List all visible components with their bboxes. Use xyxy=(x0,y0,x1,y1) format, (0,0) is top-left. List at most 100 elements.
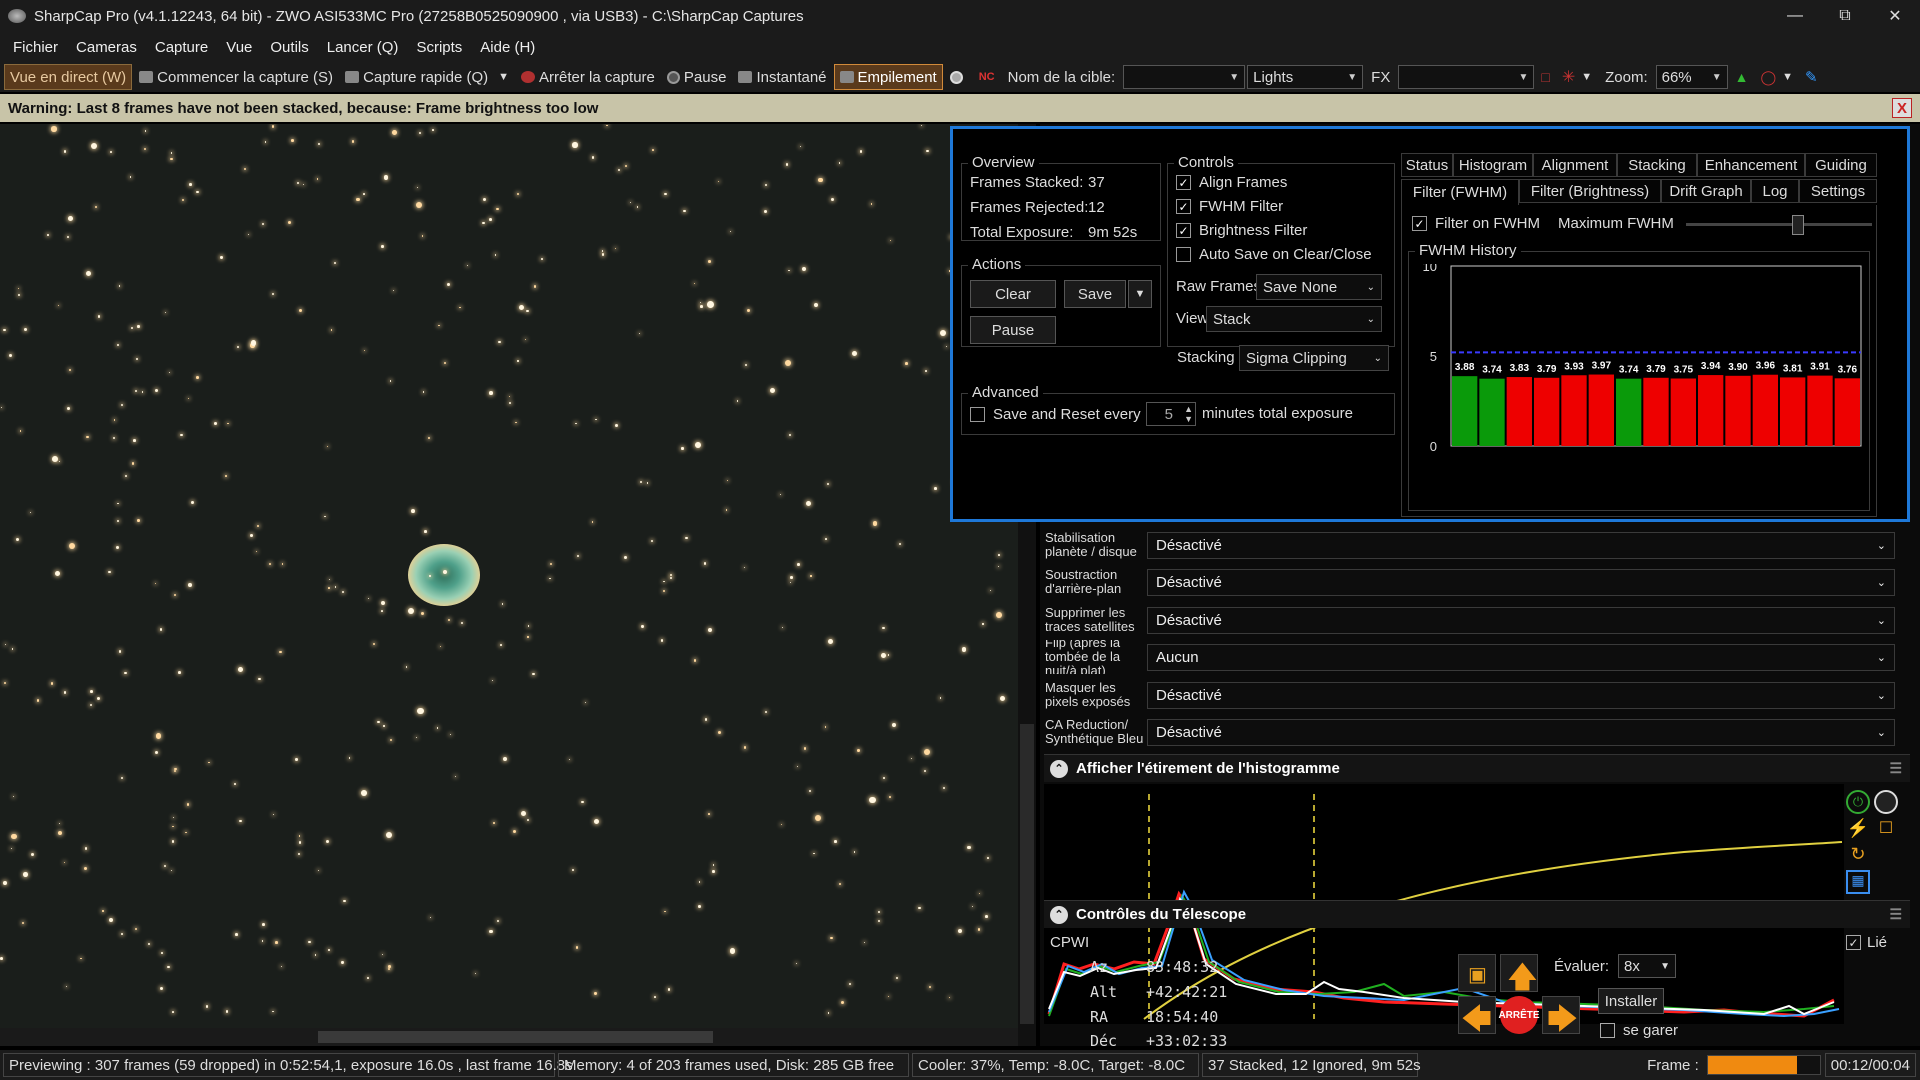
minutes-spinner[interactable]: 5 ▲ ▼ xyxy=(1146,402,1196,426)
menu-aide[interactable]: Aide (H) xyxy=(471,39,544,56)
rate-select[interactable]: 8x ▼ xyxy=(1618,954,1676,978)
tab-filter-fwhm[interactable]: Filter (FWHM) xyxy=(1401,179,1519,205)
moon-button[interactable] xyxy=(945,64,972,90)
start-capture-label: Commencer la capture (S) xyxy=(157,68,334,86)
no-target-button[interactable]: NC xyxy=(974,64,1000,90)
collapse-icon[interactable]: ⌃ xyxy=(1050,905,1068,924)
alarm-button[interactable]: ◯ ▼ xyxy=(1755,64,1798,90)
park-checkbox[interactable]: se garer xyxy=(1600,1022,1678,1039)
warning-bar: Warning: Last 8 frames have not been sta… xyxy=(0,94,1920,122)
row-satellite-trails: Supprimer les traces satellites Désactiv… xyxy=(1045,603,1895,637)
lock-icon[interactable]: ☐ xyxy=(1874,818,1898,842)
stacking-mode-select[interactable]: Sigma Clipping ⌄ xyxy=(1239,345,1389,371)
menu-icon[interactable]: ☰ xyxy=(1889,906,1902,923)
flip-select[interactable]: Aucun ⌄ xyxy=(1147,643,1895,671)
mask-exposed-select[interactable]: Désactivé ⌄ xyxy=(1147,681,1895,709)
star xyxy=(380,609,383,612)
east-button[interactable]: 🡆 xyxy=(1542,996,1580,1036)
clear-button[interactable]: Clear xyxy=(970,280,1056,308)
stacking-button[interactable]: Empilement xyxy=(833,64,943,90)
minimize-button[interactable]: — xyxy=(1770,0,1820,32)
slider-thumb[interactable] xyxy=(1791,215,1804,235)
menu-cameras[interactable]: Cameras xyxy=(67,39,146,56)
ca-reduction-select[interactable]: Désactivé ⌄ xyxy=(1147,718,1895,746)
background-subtraction-select[interactable]: Désactivé ⌄ xyxy=(1147,568,1895,596)
histogram-tool-button[interactable]: ▲ xyxy=(1730,64,1754,90)
fwhm-filter-checkbox[interactable]: ✓ FWHM Filter xyxy=(1176,198,1283,215)
lightning-icon[interactable]: ⚡ xyxy=(1846,818,1870,842)
tab-enhancement[interactable]: Enhancement xyxy=(1697,153,1805,177)
tab-filter-brightness[interactable]: Filter (Brightness) xyxy=(1519,179,1661,203)
telescope-section-header[interactable]: ⌃ Contrôles du Télescope ☰ xyxy=(1044,900,1910,928)
menu-outils[interactable]: Outils xyxy=(261,39,317,56)
start-capture-button[interactable]: Commencer la capture (S) xyxy=(134,64,338,90)
filter-on-fwhm-checkbox[interactable]: ✓ Filter on FWHM xyxy=(1412,215,1540,232)
spinner-arrows-icon[interactable]: ▲ ▼ xyxy=(1184,404,1193,424)
view-select[interactable]: Stack ⌄ xyxy=(1206,306,1382,332)
scroll-thumb[interactable] xyxy=(318,1031,713,1043)
menu-icon[interactable]: ☰ xyxy=(1889,760,1902,777)
tab-log[interactable]: Log xyxy=(1751,179,1799,203)
auto-save-checkbox[interactable]: Auto Save on Clear/Close xyxy=(1176,246,1372,263)
pause-button[interactable]: Pause xyxy=(662,64,732,90)
star xyxy=(809,789,812,792)
brightness-filter-checkbox[interactable]: ✓ Brightness Filter xyxy=(1176,222,1307,239)
reset-icon[interactable]: ↻ xyxy=(1846,844,1870,868)
satellite-trails-select[interactable]: Désactivé ⌄ xyxy=(1147,606,1895,634)
west-button[interactable]: 🡄 xyxy=(1458,996,1496,1036)
planet-stabilisation-select[interactable]: Désactivé ⌄ xyxy=(1147,531,1895,559)
collapse-icon[interactable]: ⌃ xyxy=(1050,759,1068,778)
max-fwhm-slider[interactable] xyxy=(1686,215,1872,235)
snapshot-button[interactable]: Instantané xyxy=(733,64,831,90)
star xyxy=(84,846,88,850)
zoom-select[interactable]: 66% ▼ xyxy=(1655,65,1728,89)
star xyxy=(636,206,639,209)
star xyxy=(429,575,431,577)
live-view-button[interactable]: Vue en direct (W) xyxy=(4,64,133,90)
crosshair-button[interactable]: ✳ ▼ xyxy=(1557,64,1597,90)
save-button[interactable]: Save xyxy=(1064,280,1126,308)
install-button[interactable]: Installer xyxy=(1598,988,1664,1014)
close-icon[interactable]: X xyxy=(1892,98,1912,118)
quick-capture-button[interactable]: Capture rapide (Q) ▼ xyxy=(340,64,514,90)
reticle-button[interactable]: □ xyxy=(1536,64,1554,90)
save-icon[interactable]: ▦ xyxy=(1846,870,1870,894)
mount-slew-button[interactable]: ▣ xyxy=(1458,954,1496,992)
contrast-icon[interactable] xyxy=(1874,790,1898,814)
menu-capture[interactable]: Capture xyxy=(146,39,217,56)
raw-frames-select[interactable]: Save None ⌄ xyxy=(1256,274,1382,300)
menu-lancer[interactable]: Lancer (Q) xyxy=(318,39,408,56)
star xyxy=(790,581,792,584)
stop-capture-button[interactable]: Arrêter la capture xyxy=(516,64,660,90)
tools-button[interactable]: ✎ xyxy=(1800,64,1823,90)
stop-mount-button[interactable]: ARRÊTE xyxy=(1498,996,1540,1034)
tab-histogram[interactable]: Histogram xyxy=(1453,153,1533,177)
tab-settings[interactable]: Settings xyxy=(1799,179,1877,203)
fwhm-bar-label: 3.75 xyxy=(1674,365,1694,376)
close-window-button[interactable]: ✕ xyxy=(1870,0,1920,32)
linked-checkbox[interactable]: ✓ Lié xyxy=(1846,934,1887,951)
frame-type-select[interactable]: Lights ▼ xyxy=(1247,65,1364,89)
preview-image[interactable] xyxy=(0,124,1018,1028)
scroll-thumb[interactable] xyxy=(1020,724,1034,1024)
restore-button[interactable]: ⧉ xyxy=(1820,0,1870,32)
histogram-section-header[interactable]: ⌃ Afficher l'étirement de l'histogramme … xyxy=(1044,754,1910,782)
tab-guiding[interactable]: Guiding xyxy=(1805,153,1877,177)
menu-vue[interactable]: Vue xyxy=(217,39,261,56)
target-name-select[interactable]: ▼ xyxy=(1123,65,1246,89)
menu-fichier[interactable]: Fichier xyxy=(4,39,67,56)
tab-status[interactable]: Status xyxy=(1401,153,1453,177)
fx-select[interactable]: ▼ xyxy=(1398,65,1535,89)
save-dropdown-button[interactable]: ▼ xyxy=(1128,280,1152,308)
tab-drift-graph[interactable]: Drift Graph xyxy=(1661,179,1751,203)
menu-scripts[interactable]: Scripts xyxy=(407,39,471,56)
star xyxy=(998,554,1000,556)
power-icon[interactable]: ⏻ xyxy=(1846,790,1870,814)
north-button[interactable]: 🡅 xyxy=(1500,954,1538,994)
save-reset-checkbox[interactable]: Save and Reset every xyxy=(970,406,1141,423)
align-frames-checkbox[interactable]: ✓ Align Frames xyxy=(1176,174,1287,191)
horizontal-scrollbar[interactable] xyxy=(0,1028,1018,1046)
pause-stack-button[interactable]: Pause xyxy=(970,316,1056,344)
tab-stacking[interactable]: Stacking xyxy=(1617,153,1697,177)
tab-alignment[interactable]: Alignment xyxy=(1533,153,1617,177)
